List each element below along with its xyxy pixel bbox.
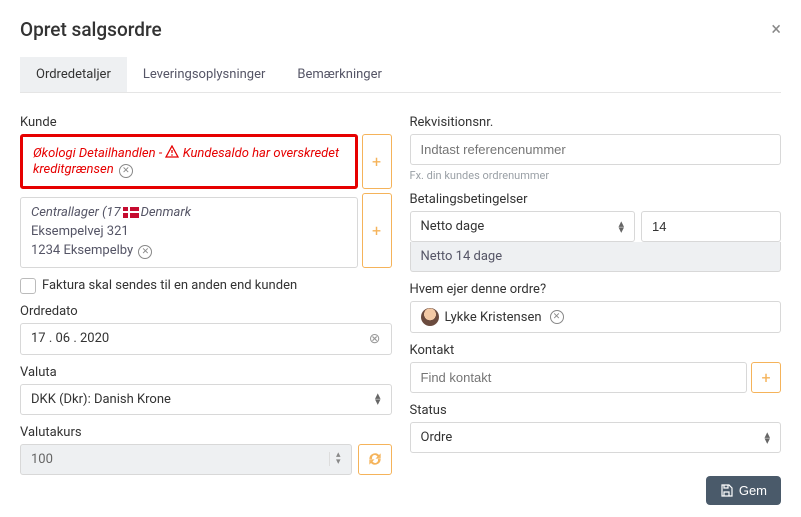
tab-ordredetaljer[interactable]: Ordredetaljer (20, 57, 127, 92)
customer-label: Kunde (20, 115, 392, 130)
invoice-other-checkbox[interactable] (20, 278, 36, 294)
currency-value: DKK (Dkr): Danish Krone (31, 392, 171, 407)
customer-sep: - (159, 146, 166, 161)
flag-dk-icon (123, 207, 139, 218)
req-helper: Fx. din kundes ordrenummer (410, 169, 782, 182)
select-arrows-icon: ▴▾ (764, 432, 770, 444)
pay-type-value: Netto dage (421, 219, 485, 234)
req-input[interactable] (410, 134, 782, 165)
orderdate-value: 17 . 06 . 2020 (31, 331, 109, 346)
address-line3: 1234 Eksempelby (31, 243, 133, 258)
orderdate-clear-icon[interactable]: ⊗ (369, 331, 381, 347)
req-label: Rekvisitionsnr. (410, 115, 782, 130)
owner-name: Lykke Kristensen (445, 310, 542, 325)
page-title: Opret salgsordre (20, 18, 162, 41)
contact-label: Kontakt (410, 343, 782, 358)
address-clear-icon[interactable]: ✕ (138, 245, 152, 259)
address-country: Denmark (141, 205, 192, 220)
customer-field[interactable]: Økologi Detailhandlen - Kundesaldo har o… (20, 134, 358, 189)
save-label: Gem (739, 483, 767, 498)
pay-days-value[interactable] (652, 219, 770, 234)
rate-refresh-button[interactable] (358, 444, 392, 475)
add-address-button[interactable]: + (362, 193, 392, 268)
rate-label: Valutakurs (20, 425, 392, 440)
pay-summary: Netto 14 dage (410, 242, 782, 272)
add-contact-button[interactable]: + (751, 362, 781, 393)
owner-label: Hvem ejer denne ordre? (410, 282, 782, 297)
owner-field[interactable]: Lykke Kristensen ✕ (410, 301, 782, 333)
orderdate-input[interactable]: 17 . 06 . 2020 ⊗ (20, 323, 392, 355)
rate-stepper[interactable]: ▴▾ (329, 452, 341, 466)
avatar (421, 308, 439, 326)
tab-leveringsoplysninger[interactable]: Leveringsoplysninger (127, 57, 282, 92)
status-label: Status (410, 403, 782, 418)
customer-clear-icon[interactable]: ✕ (119, 164, 133, 178)
pay-label: Betalingsbetingelser (410, 192, 782, 207)
req-text[interactable] (421, 142, 771, 157)
warning-icon (165, 145, 179, 162)
orderdate-label: Ordredato (20, 304, 392, 319)
select-arrows-icon: ▴▾ (618, 221, 624, 233)
save-button[interactable]: Gem (706, 476, 781, 505)
contact-text[interactable] (421, 370, 737, 385)
close-icon[interactable]: × (771, 19, 781, 40)
address-field[interactable]: Centrallager (17Denmark Eksempelvej 321 … (20, 197, 358, 268)
tab-bemaerkninger[interactable]: Bemærkninger (281, 57, 398, 92)
pay-days-input[interactable] (641, 211, 781, 242)
add-customer-button[interactable]: + (362, 134, 392, 189)
address-line2: Eksempelvej 321 (31, 223, 347, 242)
pay-type-select[interactable]: Netto dage ▴▾ (410, 211, 636, 242)
address-name: Centrallager (17 (31, 205, 121, 220)
refresh-icon (367, 451, 383, 467)
status-select[interactable]: Ordre ▴▾ (410, 422, 782, 453)
save-icon (720, 484, 733, 497)
select-arrows-icon: ▴▾ (375, 393, 381, 405)
rate-input[interactable]: 100 ▴▾ (20, 444, 352, 475)
contact-input[interactable] (410, 362, 748, 393)
currency-label: Valuta (20, 365, 392, 380)
currency-select[interactable]: DKK (Dkr): Danish Krone ▴▾ (20, 384, 392, 415)
owner-clear-icon[interactable]: ✕ (550, 310, 564, 324)
customer-name: Økologi Detailhandlen (33, 146, 156, 161)
status-value: Ordre (421, 430, 453, 445)
tabs: Ordredetaljer Leveringsoplysninger Bemær… (20, 57, 781, 93)
rate-value: 100 (31, 452, 53, 467)
invoice-other-label: Faktura skal sendes til en anden end kun… (42, 278, 297, 293)
